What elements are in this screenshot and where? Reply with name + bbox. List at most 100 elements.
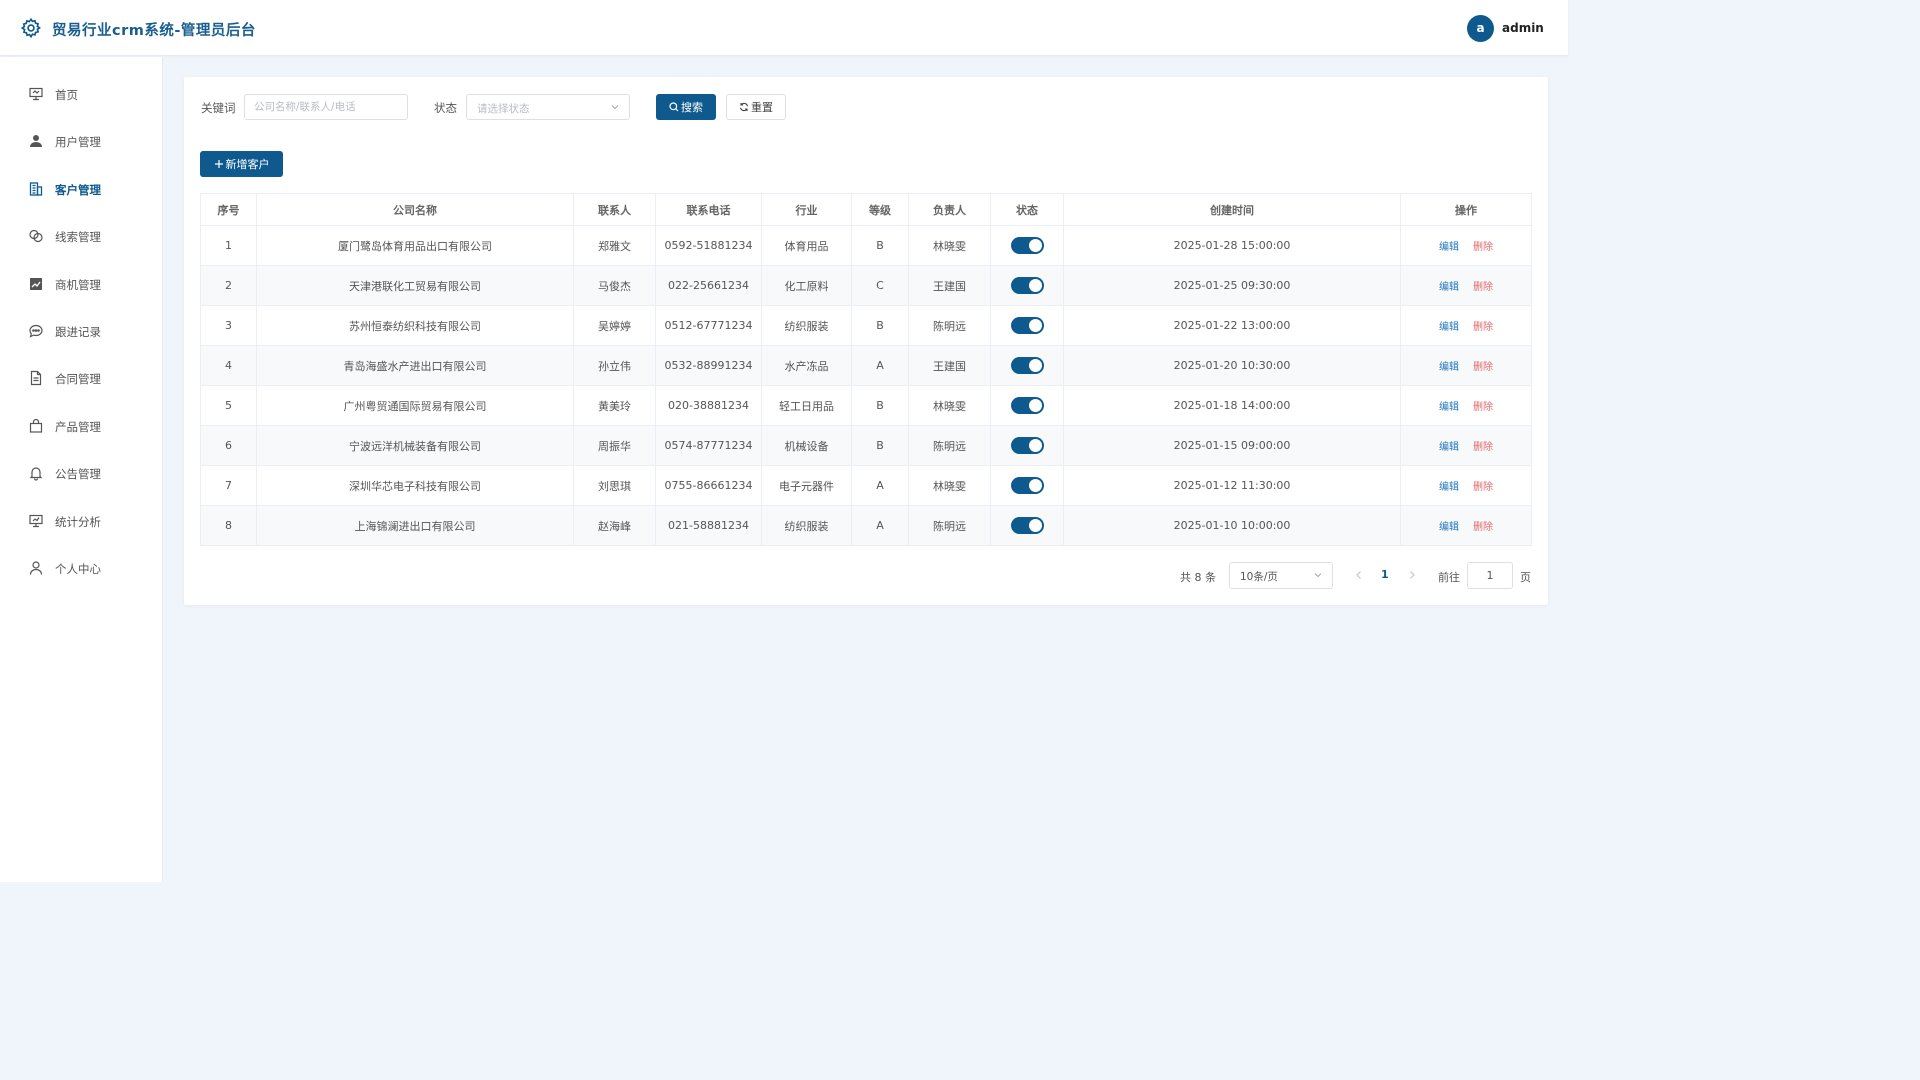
sidebar-item-opportunities[interactable]: 商机管理 [0, 264, 162, 304]
keyword-input[interactable] [244, 94, 408, 120]
building-icon [29, 182, 43, 196]
edit-link[interactable]: 编辑 [1439, 442, 1459, 453]
chevron-right-icon[interactable] [1407, 570, 1417, 580]
table-header-row: 序号 公司名称 联系人 联系电话 行业 等级 负责人 状态 创建时间 操作 [200, 193, 1532, 226]
sidebar: 首页 用户管理 客户管理 线索管理 商机管理 跟进记录 合同管理 产品管理 公告… [0, 57, 163, 882]
cell-phone: 0512-67771234 [655, 305, 762, 346]
customer-card: 关键词 状态 请选择状态 搜索 重置 新增客户 序号 公司名称 联系人 联系电话… [184, 77, 1548, 605]
column-header: 公司名称 [256, 193, 574, 226]
sidebar-item-clues[interactable]: 线索管理 [0, 216, 162, 256]
page-number-current[interactable]: 1 [1381, 568, 1389, 581]
reset-button[interactable]: 重置 [726, 94, 786, 120]
cell-status [990, 345, 1064, 386]
cell-level: B [851, 425, 909, 466]
goto-page-input[interactable]: 1 [1467, 562, 1513, 589]
sidebar-item-followups[interactable]: 跟进记录 [0, 311, 162, 351]
cell-phone: 020-38881234 [655, 385, 762, 426]
delete-link[interactable]: 删除 [1473, 522, 1493, 533]
sidebar-item-label: 首页 [55, 88, 78, 102]
sidebar-item-label: 线索管理 [55, 230, 101, 244]
cell-industry: 水产冻品 [761, 345, 852, 386]
status-toggle[interactable] [1010, 357, 1044, 374]
cell-status [990, 225, 1064, 266]
status-toggle[interactable] [1010, 517, 1044, 534]
toggle-knob [1028, 519, 1042, 532]
edit-link[interactable]: 编辑 [1439, 402, 1459, 413]
status-toggle[interactable] [1010, 237, 1044, 254]
sidebar-item-statistics[interactable]: 统计分析 [0, 501, 162, 541]
toggle-knob [1028, 479, 1042, 492]
username[interactable]: admin [1502, 21, 1544, 35]
trend-chart-icon [30, 278, 42, 290]
status-toggle[interactable] [1010, 397, 1044, 414]
cell-actions: 编辑 删除 [1400, 465, 1532, 506]
edit-link[interactable]: 编辑 [1439, 242, 1459, 253]
cell-owner: 王建国 [908, 345, 991, 386]
cell-phone: 0755-86661234 [655, 465, 762, 506]
cell-created: 2025-01-18 14:00:00 [1063, 385, 1401, 426]
keyword-label: 关键词 [201, 101, 236, 115]
edit-link[interactable]: 编辑 [1439, 522, 1459, 533]
edit-link[interactable]: 编辑 [1439, 282, 1459, 293]
sidebar-item-label: 个人中心 [55, 562, 101, 576]
chat-icon [29, 324, 43, 338]
sidebar-item-label: 客户管理 [55, 183, 101, 197]
sidebar-item-contracts[interactable]: 合同管理 [0, 358, 162, 398]
cell-level: A [851, 345, 909, 386]
cell-level: B [851, 305, 909, 346]
add-customer-button[interactable]: 新增客户 [200, 151, 283, 177]
toggle-knob [1028, 439, 1042, 452]
person-icon [29, 561, 43, 575]
cell-phone: 022-25661234 [655, 265, 762, 306]
cell-industry: 机械设备 [761, 425, 852, 466]
search-button[interactable]: 搜索 [656, 94, 716, 120]
column-header: 序号 [200, 193, 257, 226]
cell-actions: 编辑 删除 [1400, 225, 1532, 266]
delete-link[interactable]: 删除 [1473, 322, 1493, 333]
delete-link[interactable]: 删除 [1473, 402, 1493, 413]
delete-link[interactable]: 删除 [1473, 442, 1493, 453]
delete-link[interactable]: 删除 [1473, 282, 1493, 293]
cell-contact: 孙立伟 [573, 345, 656, 386]
status-toggle[interactable] [1010, 317, 1044, 334]
sidebar-item-products[interactable]: 产品管理 [0, 406, 162, 446]
bell-icon [29, 467, 43, 481]
sidebar-item-home[interactable]: 首页 [0, 74, 162, 114]
table-row: 1 厦门鹭岛体育用品出口有限公司 郑雅文 0592-51881234 体育用品 B 林晓雯 2… [200, 225, 1532, 266]
cell-contact: 郑雅文 [573, 225, 656, 266]
sidebar-item-label: 统计分析 [55, 515, 101, 529]
toggle-knob [1028, 239, 1042, 252]
sidebar-item-announcements[interactable]: 公告管理 [0, 453, 162, 493]
page-size-select[interactable]: 10条/页 [1229, 562, 1333, 589]
status-toggle[interactable] [1010, 437, 1044, 454]
cell-level: A [851, 505, 909, 546]
status-toggle[interactable] [1010, 277, 1044, 294]
cell-company: 广州粤贸通国际贸易有限公司 [256, 385, 574, 426]
cell-status [990, 465, 1064, 506]
status-toggle[interactable] [1010, 477, 1044, 494]
cell-status [990, 265, 1064, 306]
cell-industry: 纺织服装 [761, 305, 852, 346]
status-select[interactable]: 请选择状态 [466, 94, 630, 120]
sidebar-item-label: 产品管理 [55, 420, 101, 434]
sidebar-item-profile[interactable]: 个人中心 [0, 548, 162, 588]
edit-link[interactable]: 编辑 [1439, 362, 1459, 373]
sidebar-item-users[interactable]: 用户管理 [0, 121, 162, 161]
chart-board-icon [29, 514, 43, 528]
cell-owner: 林晓雯 [908, 225, 991, 266]
chevron-left-icon[interactable] [1354, 570, 1364, 580]
refresh-icon [739, 102, 749, 112]
edit-link[interactable]: 编辑 [1439, 322, 1459, 333]
delete-link[interactable]: 删除 [1473, 362, 1493, 373]
avatar[interactable]: a [1467, 15, 1494, 42]
cell-created: 2025-01-15 09:00:00 [1063, 425, 1401, 466]
sidebar-item-customers[interactable]: 客户管理 [0, 169, 162, 209]
table-row: 4 青岛海盛水产进出口有限公司 孙立伟 0532-88991234 水产冻品 A 王建国 20… [200, 345, 1532, 386]
cell-industry: 轻工日用品 [761, 385, 852, 426]
edit-link[interactable]: 编辑 [1439, 482, 1459, 493]
reset-button-label: 重置 [751, 101, 773, 114]
cell-company: 厦门鹭岛体育用品出口有限公司 [256, 225, 574, 266]
delete-link[interactable]: 删除 [1473, 482, 1493, 493]
cell-level: A [851, 465, 909, 506]
delete-link[interactable]: 删除 [1473, 242, 1493, 253]
